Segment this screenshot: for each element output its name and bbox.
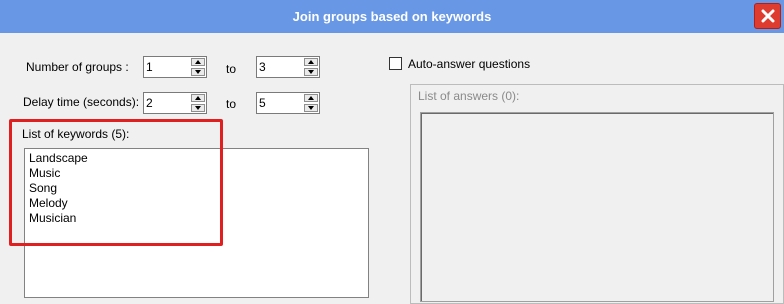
arrow-up-icon[interactable] <box>304 94 318 102</box>
delay-from-spinner[interactable] <box>143 92 207 114</box>
auto-answer-checkbox[interactable] <box>389 57 402 70</box>
answers-textarea[interactable] <box>420 112 774 302</box>
groups-to-spinner[interactable] <box>256 56 320 78</box>
title-bar[interactable]: Join groups based on keywords <box>0 0 784 33</box>
arrow-down-icon[interactable] <box>304 68 318 76</box>
arrow-up-icon[interactable] <box>191 58 205 66</box>
auto-answer-label[interactable]: Auto-answer questions <box>408 57 530 71</box>
arrow-down-icon[interactable] <box>191 104 205 112</box>
groups-to-input[interactable] <box>259 57 303 77</box>
window-title: Join groups based on keywords <box>292 9 492 24</box>
list-item: Musician <box>29 211 77 225</box>
groups-from-input[interactable] <box>146 57 190 77</box>
answers-label: List of answers (0): <box>418 89 520 103</box>
list-item: Melody <box>29 196 68 210</box>
groups-to-label: to <box>226 62 237 76</box>
close-button[interactable] <box>754 3 781 29</box>
list-item: Landscape <box>29 151 88 165</box>
list-item: Music <box>29 166 61 180</box>
groups-label: Number of groups : <box>26 60 129 74</box>
delay-to-label: to <box>226 97 237 111</box>
delay-label: Delay time (seconds): <box>23 95 140 109</box>
list-item: Song <box>29 181 58 195</box>
arrow-up-icon[interactable] <box>304 58 318 66</box>
arrow-down-icon[interactable] <box>304 104 318 112</box>
arrow-down-icon[interactable] <box>191 68 205 76</box>
delay-to-input[interactable] <box>259 93 303 113</box>
keywords-label: List of keywords (5): <box>22 127 130 141</box>
groups-from-spinner[interactable] <box>143 56 207 78</box>
keywords-textarea[interactable]: Landscape Music Song Melody Musician <box>24 148 369 298</box>
delay-from-input[interactable] <box>146 93 190 113</box>
delay-to-spinner[interactable] <box>256 92 320 114</box>
close-icon <box>761 9 775 23</box>
arrow-up-icon[interactable] <box>191 94 205 102</box>
